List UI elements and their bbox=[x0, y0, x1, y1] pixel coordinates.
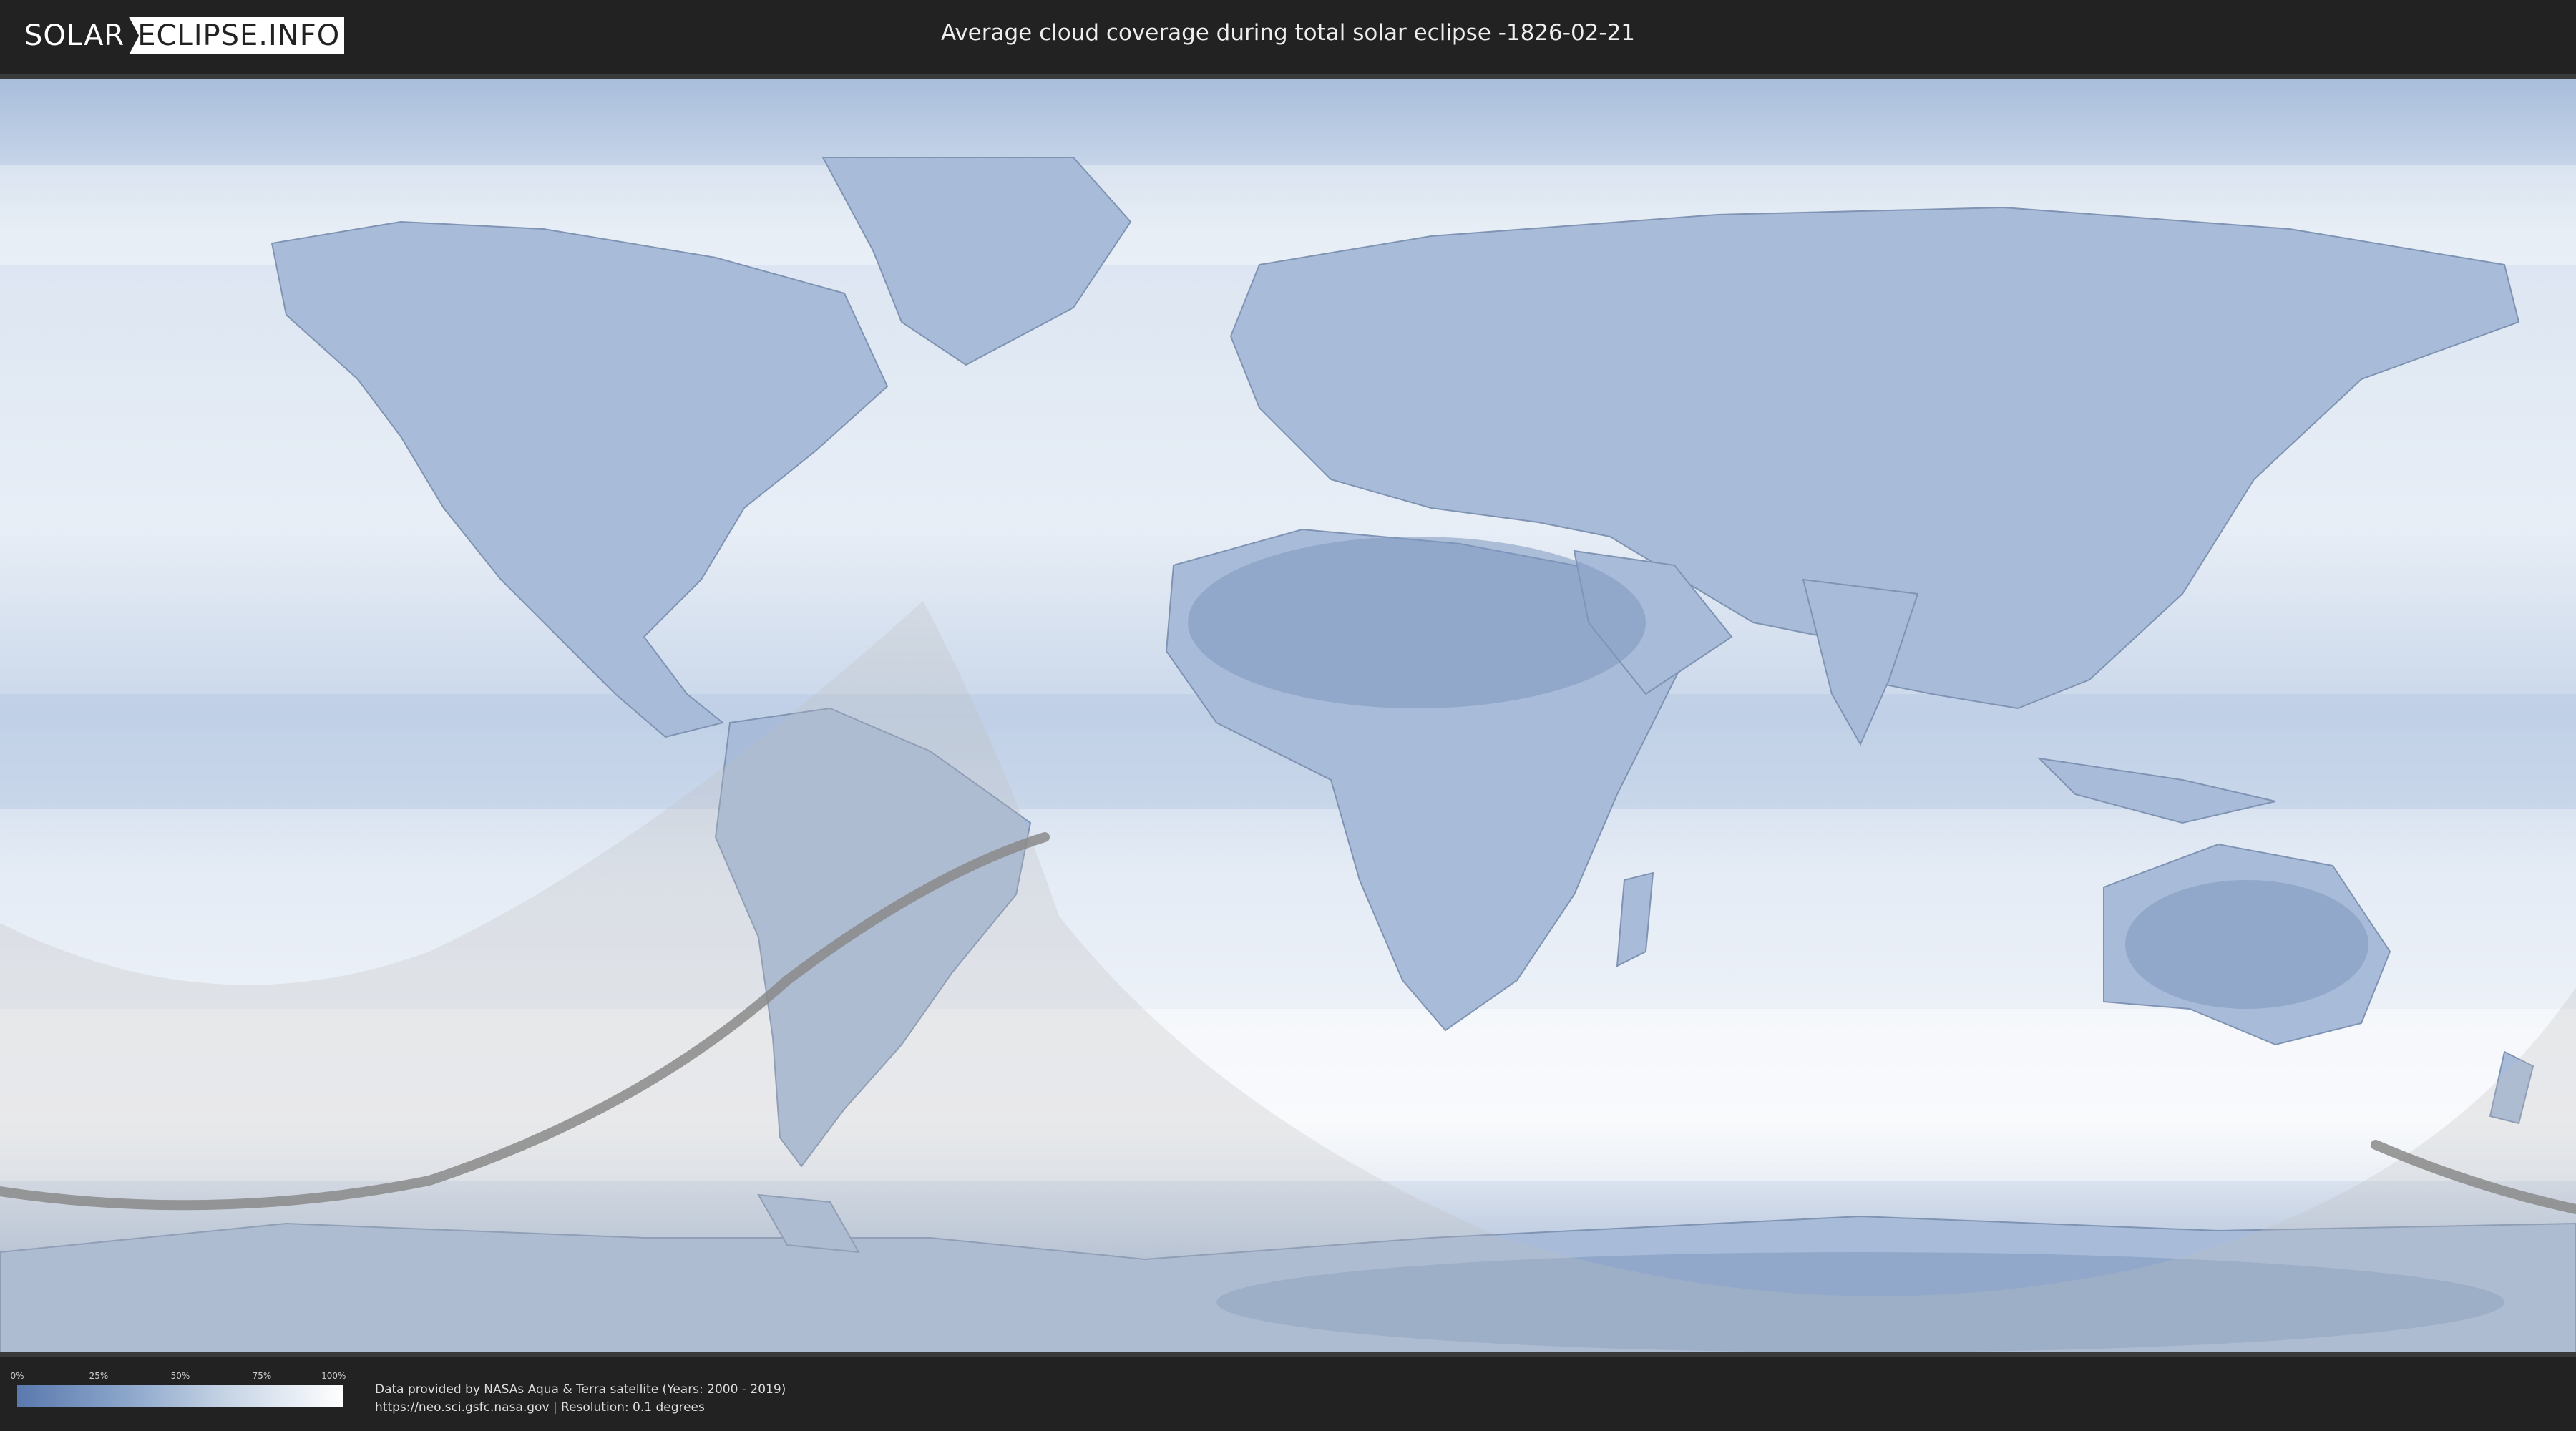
legend-gradient-bar bbox=[17, 1385, 343, 1407]
cloud-coverage-map bbox=[0, 74, 2576, 1357]
legend-tick-0: 0% bbox=[10, 1371, 24, 1381]
data-credits: Data provided by NASAs Aqua & Terra sate… bbox=[375, 1381, 786, 1417]
legend-ticks: 0% 25% 50% 75% 100% bbox=[10, 1371, 346, 1385]
footer-bar: 0% 25% 50% 75% 100% Data provided by NAS… bbox=[0, 1357, 2576, 1431]
sahara-clear-region bbox=[1188, 537, 1646, 708]
legend-tick-50: 50% bbox=[170, 1371, 190, 1381]
credits-source: Data provided by NASAs Aqua & Terra sate… bbox=[375, 1382, 786, 1397]
cloud-coverage-legend: 0% 25% 50% 75% 100% bbox=[10, 1371, 346, 1407]
legend-tick-25: 25% bbox=[89, 1371, 109, 1381]
page-title: Average cloud coverage during total sola… bbox=[940, 20, 1636, 46]
world-map-svg bbox=[0, 79, 2576, 1352]
australia-clear-region bbox=[2125, 880, 2368, 1009]
header-bar: SOLAR ECLIPSE.INFO Average cloud coverag… bbox=[0, 0, 2576, 72]
legend-tick-75: 75% bbox=[252, 1371, 272, 1381]
credits-link[interactable]: https://neo.sci.gsfc.nasa.gov | Resoluti… bbox=[375, 1399, 786, 1417]
legend-tick-100: 100% bbox=[321, 1371, 346, 1381]
